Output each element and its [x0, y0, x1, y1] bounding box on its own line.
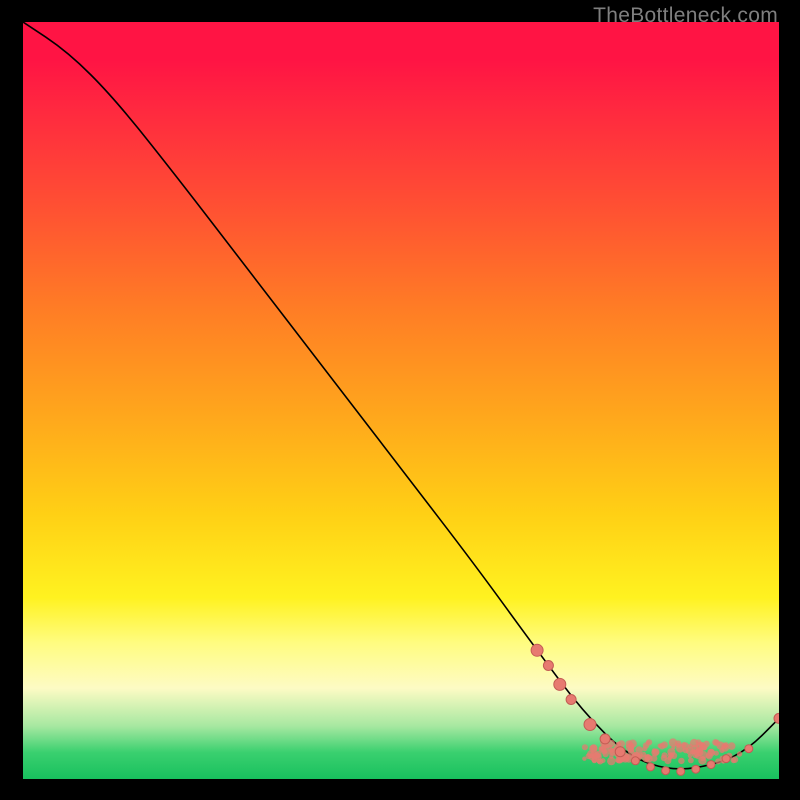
marker-dot — [642, 746, 647, 751]
marker-dot — [661, 741, 668, 748]
marker-dot — [678, 758, 684, 764]
marker-dot — [715, 758, 721, 764]
curve-group — [23, 22, 779, 769]
marker-dot — [616, 742, 621, 747]
marker-point — [531, 644, 543, 656]
marker-dot — [669, 753, 674, 758]
chart-stage: TheBottleneck.com — [0, 0, 800, 800]
marker-point — [707, 761, 715, 769]
marker-point — [566, 695, 576, 705]
marker-dot — [645, 754, 652, 761]
marker-dot — [714, 740, 720, 746]
marker-dot — [582, 744, 588, 750]
marker-point — [722, 755, 730, 763]
marker-point — [692, 765, 700, 773]
marker-dot — [588, 753, 595, 760]
chart-svg-layer — [23, 22, 779, 779]
bottleneck-curve — [23, 22, 779, 769]
marker-point — [745, 745, 753, 753]
marker-point — [584, 719, 596, 731]
marker-dot — [609, 754, 613, 758]
marker-point — [631, 757, 639, 765]
marker-point — [600, 734, 610, 744]
marker-dot — [653, 749, 660, 756]
plot-area — [23, 22, 779, 779]
marker-point — [662, 767, 670, 775]
marker-dot — [737, 751, 742, 756]
marker-dot — [728, 742, 736, 750]
marker-dot — [590, 744, 597, 751]
marker-dot — [599, 747, 603, 751]
marker-dot — [651, 755, 658, 762]
marker-point — [615, 747, 625, 757]
marker-dot — [609, 748, 614, 753]
marker-dot — [646, 739, 652, 745]
marker-dot — [688, 758, 694, 764]
marker-dot — [669, 738, 677, 746]
marker-dot — [700, 751, 708, 759]
marker-dot — [601, 758, 606, 763]
marker-dot — [616, 758, 622, 764]
marker-dot — [714, 751, 719, 756]
marker-point — [677, 767, 685, 775]
marker-point — [647, 763, 655, 771]
marker-dot — [719, 748, 724, 753]
marker-dot — [699, 747, 704, 752]
marker-dot — [688, 744, 693, 749]
marker-dot — [681, 742, 687, 748]
marker-point — [543, 661, 553, 671]
marker-dot — [662, 752, 668, 758]
marker-dot — [732, 756, 739, 763]
marker-dot — [626, 743, 634, 751]
marker-point — [554, 678, 566, 690]
